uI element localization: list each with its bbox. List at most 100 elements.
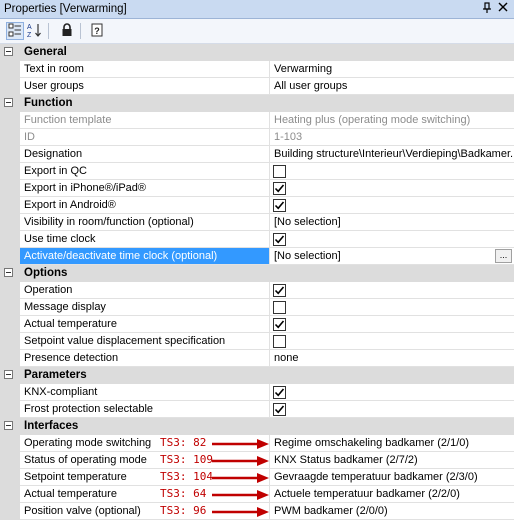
row-gutter xyxy=(0,197,20,214)
help-button[interactable]: ? xyxy=(88,22,106,40)
row-gutter xyxy=(0,316,20,333)
property-value[interactable]: Regime omschakeling badkamer (2/1/0) xyxy=(270,435,514,452)
property-row-operation[interactable]: Operation xyxy=(0,282,514,299)
annotation-label: TS3: 109 xyxy=(160,453,213,466)
svg-text:Z: Z xyxy=(27,32,32,38)
property-value[interactable]: All user groups xyxy=(270,78,514,95)
toolbar-separator xyxy=(80,23,81,39)
checkbox[interactable] xyxy=(273,284,286,297)
property-value xyxy=(270,299,514,316)
row-gutter xyxy=(0,401,20,418)
property-row-actual-temperature-option[interactable]: Actual temperature xyxy=(0,316,514,333)
property-row-export-qc[interactable]: Export in QC xyxy=(0,163,514,180)
categorized-button[interactable] xyxy=(6,22,24,40)
checkmark-icon xyxy=(274,184,285,193)
property-row-export-android[interactable]: Export in Android® xyxy=(0,197,514,214)
collapse-icon[interactable] xyxy=(4,268,13,277)
collapse-icon[interactable] xyxy=(4,370,13,379)
annotation-arrow xyxy=(212,473,269,483)
property-row-text-in-room[interactable]: Text in room Verwarming xyxy=(0,61,514,78)
property-row-setpoint-temperature[interactable]: Setpoint temperature TS3: 104 Gevraagde … xyxy=(0,469,514,486)
property-row-presence-detection[interactable]: Presence detection none xyxy=(0,350,514,367)
category-label: Interfaces xyxy=(24,420,79,432)
checkbox[interactable] xyxy=(273,318,286,331)
row-gutter xyxy=(0,78,20,95)
row-gutter xyxy=(0,469,20,486)
toolbar-separator xyxy=(48,23,49,39)
property-row-actual-temperature[interactable]: Actual temperature TS3: 64 Actuele tempe… xyxy=(0,486,514,503)
property-value[interactable]: KNX Status badkamer (2/7/2) xyxy=(270,452,514,469)
property-value xyxy=(270,197,514,214)
checkbox[interactable] xyxy=(273,335,286,348)
help-icon: ? xyxy=(91,23,103,40)
property-row-visibility[interactable]: Visibility in room/function (optional) [… xyxy=(0,214,514,231)
property-row-operating-mode-switching[interactable]: Operating mode switching TS3: 82 Regime … xyxy=(0,435,514,452)
property-name: Text in room xyxy=(20,61,270,78)
pin-icon[interactable] xyxy=(480,2,494,16)
close-icon[interactable] xyxy=(496,2,510,16)
property-row-setpoint-displacement[interactable]: Setpoint value displacement specificatio… xyxy=(0,333,514,350)
row-gutter xyxy=(0,180,20,197)
svg-text:?: ? xyxy=(94,26,100,36)
property-value[interactable]: Verwarming xyxy=(270,61,514,78)
collapse-icon[interactable] xyxy=(4,98,13,107)
annotation-arrow xyxy=(212,490,269,500)
property-value[interactable]: [No selection] xyxy=(270,214,514,231)
checkbox[interactable] xyxy=(273,233,286,246)
category-label: Options xyxy=(24,267,68,279)
lock-button[interactable] xyxy=(58,22,76,40)
property-value[interactable]: none xyxy=(270,350,514,367)
property-value xyxy=(270,333,514,350)
lock-icon xyxy=(61,22,73,40)
property-row-message-display[interactable]: Message display xyxy=(0,299,514,316)
property-row-position-valve[interactable]: Position valve (optional) TS3: 96 PWM ba… xyxy=(0,503,514,520)
property-row-activate-time-clock[interactable]: Activate/deactivate time clock (optional… xyxy=(0,248,514,265)
category-label: Function xyxy=(24,97,73,109)
property-name: ID xyxy=(20,129,270,146)
property-row-use-time-clock[interactable]: Use time clock xyxy=(0,231,514,248)
property-row-knx-compliant[interactable]: KNX-compliant xyxy=(0,384,514,401)
property-name: Visibility in room/function (optional) xyxy=(20,214,270,231)
checkbox[interactable] xyxy=(273,165,286,178)
property-row-designation[interactable]: Designation Building structure\Interieur… xyxy=(0,146,514,163)
property-name: Activate/deactivate time clock (optional… xyxy=(20,248,270,265)
row-gutter xyxy=(0,299,20,316)
property-value: Heating plus (operating mode switching) xyxy=(270,112,514,129)
property-value[interactable]: PWM badkamer (2/0/0) xyxy=(270,503,514,520)
property-name: Export in Android® xyxy=(20,197,270,214)
toolbar: A Z ? xyxy=(0,19,514,44)
property-value[interactable]: Actuele temperatuur badkamer (2/2/0) xyxy=(270,486,514,503)
category-general[interactable]: General xyxy=(0,44,514,61)
property-row-status-operating-mode[interactable]: Status of operating mode TS3: 109 KNX St… xyxy=(0,452,514,469)
checkbox[interactable] xyxy=(273,199,286,212)
checkbox[interactable] xyxy=(273,301,286,314)
property-name: User groups xyxy=(20,78,270,95)
property-value[interactable]: [No selection] xyxy=(270,248,514,265)
property-name: Frost protection selectable xyxy=(20,401,270,418)
property-row-frost-protection[interactable]: Frost protection selectable xyxy=(0,401,514,418)
row-gutter xyxy=(0,214,20,231)
category-options[interactable]: Options xyxy=(0,265,514,282)
category-function[interactable]: Function xyxy=(0,95,514,112)
row-gutter xyxy=(0,248,20,265)
title-bar: Properties [Verwarming] xyxy=(0,0,514,19)
category-parameters[interactable]: Parameters xyxy=(0,367,514,384)
collapse-icon[interactable] xyxy=(4,421,13,430)
sort-alphabetical-button[interactable]: A Z xyxy=(25,22,43,40)
property-row-user-groups[interactable]: User groups All user groups xyxy=(0,78,514,95)
category-interfaces[interactable]: Interfaces xyxy=(0,418,514,435)
sort-alpha-icon: A Z xyxy=(26,22,42,41)
category-label: General xyxy=(24,46,67,58)
checkbox[interactable] xyxy=(273,403,286,416)
checkbox[interactable] xyxy=(273,386,286,399)
row-gutter xyxy=(0,452,20,469)
property-value xyxy=(270,163,514,180)
browse-button[interactable]: ... xyxy=(495,249,512,263)
checkbox[interactable] xyxy=(273,182,286,195)
row-gutter xyxy=(0,435,20,452)
collapse-icon[interactable] xyxy=(4,47,13,56)
property-value[interactable]: Building structure\Interieur\Verdieping\… xyxy=(270,146,514,163)
property-row-export-iphone[interactable]: Export in iPhone®/iPad® xyxy=(0,180,514,197)
property-row-function-template: Function template Heating plus (operatin… xyxy=(0,112,514,129)
property-value[interactable]: Gevraagde temperatuur badkamer (2/3/0) xyxy=(270,469,514,486)
